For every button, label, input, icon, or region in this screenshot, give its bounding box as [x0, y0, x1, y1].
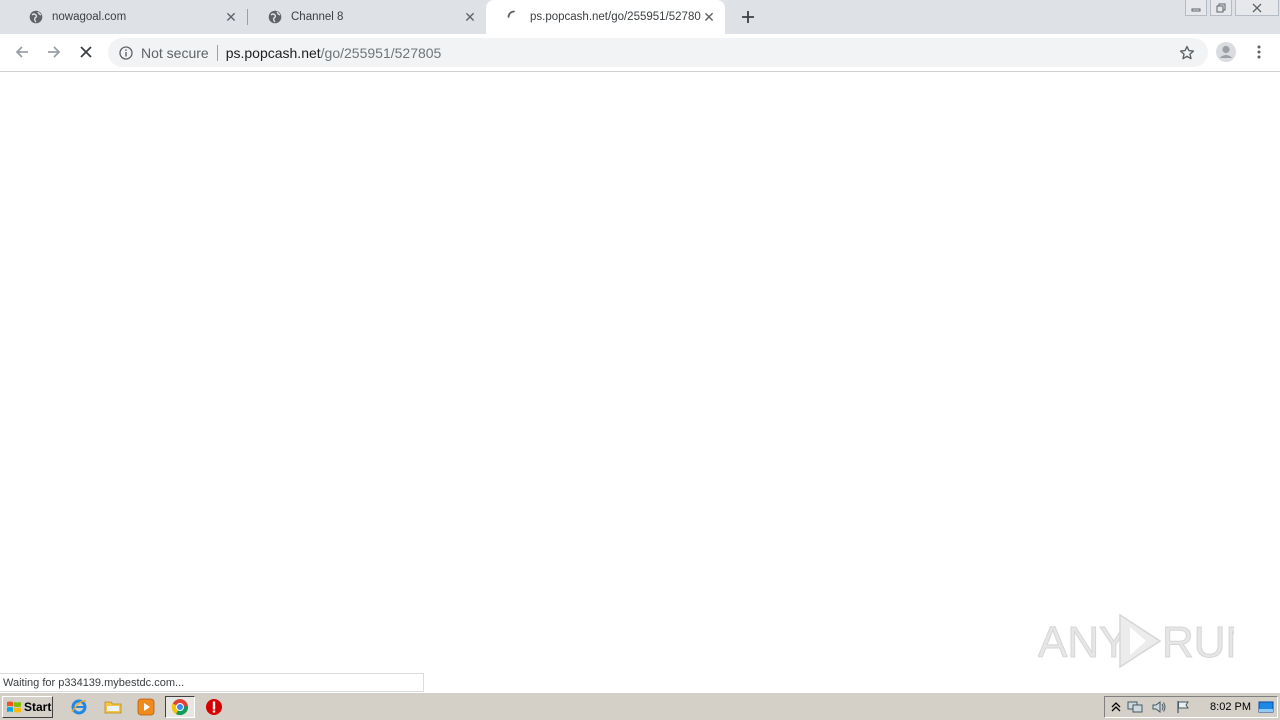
- tab-popcash[interactable]: ps.popcash.net/go/255951/527805 ✕: [486, 0, 725, 34]
- file-explorer-icon[interactable]: [102, 697, 124, 717]
- close-icon: [1252, 3, 1262, 12]
- chrome-taskbar-icon[interactable]: [165, 696, 195, 718]
- security-label[interactable]: Not secure: [141, 45, 209, 61]
- svg-text:RUN: RUN: [1162, 618, 1234, 667]
- volume-icon[interactable]: [1151, 699, 1167, 715]
- avatar-icon: [1216, 42, 1236, 62]
- action-center-flag-icon[interactable]: [1175, 699, 1191, 715]
- back-button[interactable]: [10, 40, 34, 64]
- start-label: Start: [24, 700, 52, 714]
- back-arrow-icon: [15, 46, 28, 58]
- forward-button[interactable]: [42, 40, 66, 64]
- bookmark-star-icon[interactable]: [1178, 44, 1196, 62]
- anyrun-logo: ANY RUN: [1038, 613, 1234, 669]
- system-tray: 8:02 PM: [1104, 696, 1278, 718]
- close-tab-icon[interactable]: ✕: [462, 9, 478, 25]
- info-icon[interactable]: [118, 45, 134, 61]
- tab-title: nowagoal.com: [52, 11, 127, 23]
- network-icon[interactable]: [1127, 699, 1143, 715]
- omnibox-divider: [216, 44, 218, 61]
- stop-icon: [80, 46, 92, 58]
- minimize-icon: [1191, 8, 1201, 11]
- stop-sign-icon[interactable]: [203, 697, 225, 717]
- page-content: [0, 72, 1280, 692]
- url-host[interactable]: ps.popcash.net: [226, 45, 321, 61]
- clock[interactable]: 8:02 PM: [1210, 701, 1251, 713]
- internet-explorer-icon[interactable]: [68, 697, 90, 717]
- close-window-button[interactable]: [1235, 0, 1279, 16]
- url-path[interactable]: /go/255951/527805: [321, 45, 442, 61]
- window-controls: [1182, 0, 1279, 18]
- globe-icon: [28, 9, 44, 25]
- profile-button[interactable]: [1214, 40, 1238, 64]
- anyrun-watermark: ANY RUN: [1038, 607, 1238, 671]
- show-hidden-icons-icon[interactable]: [1108, 699, 1124, 715]
- windows-taskbar: Start 8:02 PM: [0, 692, 1280, 720]
- status-bubble: Waiting for p334139.mybestdc.com...: [0, 673, 424, 692]
- windows-logo-icon: [7, 701, 21, 713]
- minimize-button[interactable]: [1185, 0, 1207, 16]
- tab-strip: nowagoal.com ✕ Channel 8 ✕ ps.popcash.ne…: [0, 0, 1280, 34]
- show-desktop-icon[interactable]: [1258, 699, 1274, 715]
- globe-icon: [267, 9, 283, 25]
- restore-icon: [1216, 3, 1226, 12]
- tab-nowagoal[interactable]: nowagoal.com ✕: [8, 0, 247, 34]
- plus-icon: [742, 11, 754, 23]
- restore-button[interactable]: [1210, 0, 1232, 16]
- close-tab-icon[interactable]: ✕: [223, 9, 239, 25]
- start-button[interactable]: Start: [2, 696, 53, 718]
- tab-title: ps.popcash.net/go/255951/527805: [530, 11, 701, 23]
- tab-channel-8[interactable]: Channel 8 ✕: [247, 0, 486, 34]
- forward-arrow-icon: [48, 46, 61, 58]
- media-player-icon[interactable]: [135, 697, 157, 717]
- stop-loading-button[interactable]: [74, 40, 98, 64]
- close-tab-icon[interactable]: ✕: [701, 9, 717, 25]
- kebab-menu-icon: [1257, 45, 1261, 59]
- tab-title: Channel 8: [291, 11, 344, 23]
- svg-text:ANY: ANY: [1038, 618, 1128, 667]
- menu-button[interactable]: [1247, 40, 1271, 64]
- new-tab-button[interactable]: [737, 6, 759, 28]
- browser-toolbar: Not secure ps.popcash.net/go/255951/5278…: [0, 34, 1280, 72]
- address-bar[interactable]: Not secure ps.popcash.net/go/255951/5278…: [108, 38, 1208, 67]
- loading-spinner-icon: [506, 9, 522, 25]
